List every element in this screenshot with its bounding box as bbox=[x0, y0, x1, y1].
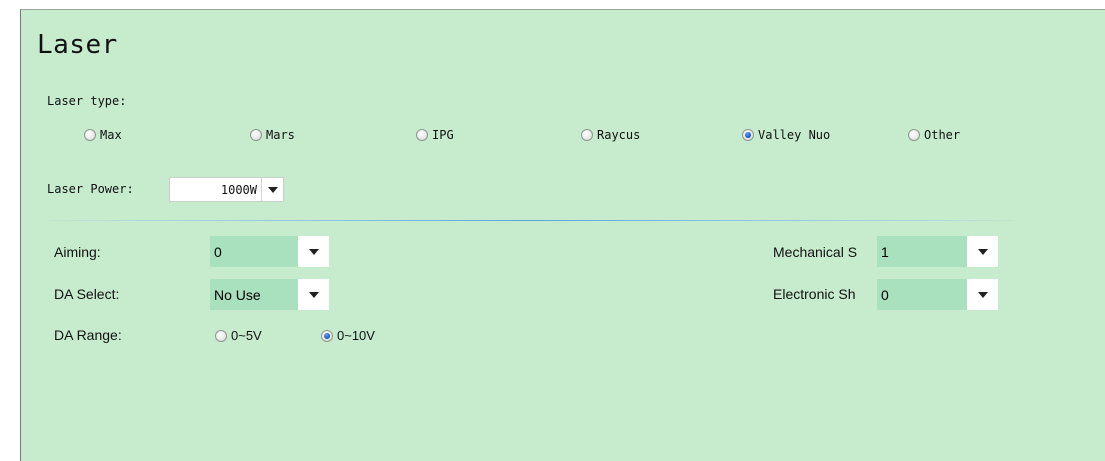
mechanical-shutter-value: 1 bbox=[877, 236, 967, 267]
chevron-down-icon bbox=[267, 186, 278, 193]
da-range-0-5v-radio[interactable]: 0~5V bbox=[215, 328, 262, 343]
da-select-dropdown-button[interactable] bbox=[298, 279, 329, 310]
chevron-down-icon bbox=[977, 248, 988, 255]
laser-type-mars-radio[interactable]: Mars bbox=[250, 128, 295, 142]
radio-icon bbox=[84, 129, 96, 141]
laser-type-other-radio[interactable]: Other bbox=[908, 128, 960, 142]
da-select-select[interactable]: No Use bbox=[210, 279, 329, 310]
laser-type-label: Laser type: bbox=[47, 94, 127, 108]
aiming-dropdown-button[interactable] bbox=[298, 236, 329, 267]
laser-type-max-radio[interactable]: Max bbox=[84, 128, 122, 142]
radio-icon bbox=[215, 329, 227, 342]
laser-type-valley-nuo-radio[interactable]: Valley Nuo bbox=[742, 128, 830, 142]
laser-power-value: 1000W bbox=[220, 182, 257, 197]
section-title: Laser bbox=[37, 30, 118, 60]
da-range-label: DA Range: bbox=[54, 327, 122, 343]
radio-icon bbox=[250, 129, 262, 141]
laser-type-raycus-radio[interactable]: Raycus bbox=[581, 128, 640, 142]
da-select-label: DA Select: bbox=[54, 286, 120, 302]
electronic-shutter-value: 0 bbox=[877, 279, 967, 310]
radio-icon bbox=[908, 129, 920, 141]
laser-type-ipg-radio[interactable]: IPG bbox=[416, 128, 454, 142]
laser-type-max-label: Max bbox=[100, 128, 122, 142]
da-range-0-10v-label: 0~10V bbox=[337, 328, 375, 343]
laser-power-dropdown-button[interactable] bbox=[261, 178, 283, 201]
laser-type-other-label: Other bbox=[924, 128, 961, 142]
laser-type-mars-label: Mars bbox=[266, 128, 295, 142]
mechanical-shutter-dropdown-button[interactable] bbox=[967, 236, 998, 267]
chevron-down-icon bbox=[977, 291, 988, 298]
electronic-shutter-label: Electronic Sh bbox=[773, 286, 856, 302]
laser-settings-panel: Laser Laser type: Max Mars IPG Raycus Va… bbox=[20, 9, 1105, 461]
chevron-down-icon bbox=[308, 291, 319, 298]
laser-type-ipg-label: IPG bbox=[432, 128, 454, 142]
da-select-value: No Use bbox=[210, 279, 298, 310]
electronic-shutter-select[interactable]: 0 bbox=[877, 279, 998, 310]
top-strip bbox=[20, 0, 1105, 9]
da-range-0-5v-label: 0~5V bbox=[231, 328, 262, 343]
laser-type-raycus-label: Raycus bbox=[597, 128, 641, 142]
aiming-value: 0 bbox=[210, 236, 298, 267]
radio-checked-icon bbox=[321, 329, 333, 342]
aiming-label: Aiming: bbox=[54, 244, 101, 260]
radio-icon bbox=[416, 129, 428, 141]
section-divider bbox=[49, 220, 1014, 221]
da-range-0-10v-radio[interactable]: 0~10V bbox=[321, 328, 375, 343]
radio-checked-icon bbox=[742, 129, 754, 141]
radio-icon bbox=[581, 129, 593, 141]
electronic-shutter-dropdown-button[interactable] bbox=[967, 279, 998, 310]
mechanical-shutter-label: Mechanical S bbox=[773, 244, 858, 260]
chevron-down-icon bbox=[308, 248, 319, 255]
laser-type-valley-nuo-label: Valley Nuo bbox=[758, 128, 831, 142]
mechanical-shutter-select[interactable]: 1 bbox=[877, 236, 998, 267]
aiming-select[interactable]: 0 bbox=[210, 236, 329, 267]
laser-power-label: Laser Power: bbox=[47, 182, 134, 196]
laser-power-select[interactable]: 1000W bbox=[169, 177, 284, 202]
